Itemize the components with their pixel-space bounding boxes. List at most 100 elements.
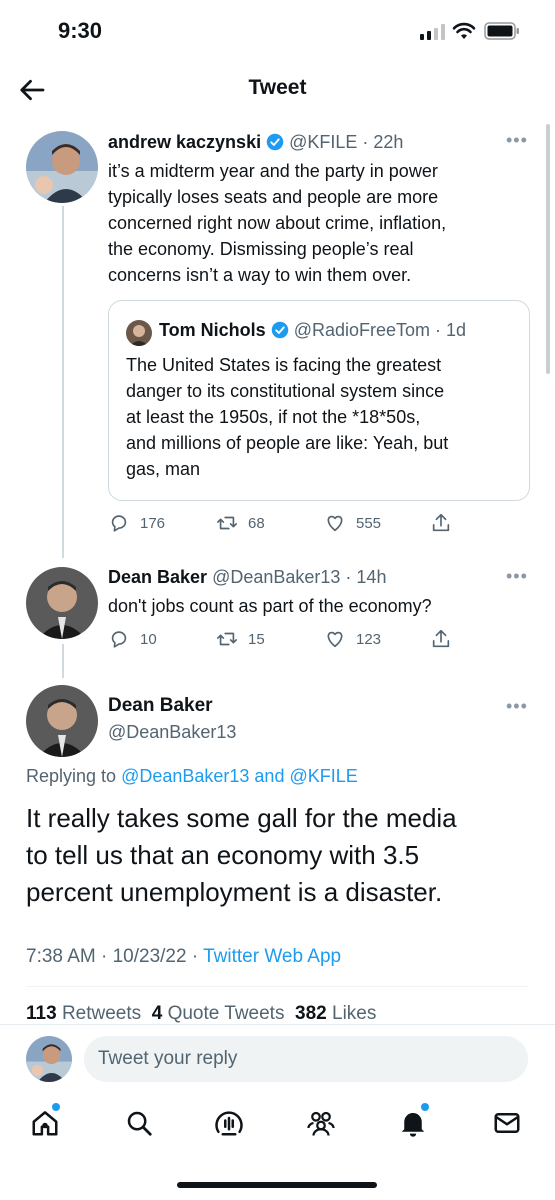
replying-prefix: Replying to	[26, 766, 117, 786]
share-icon	[432, 629, 450, 648]
like-count: 123	[356, 630, 382, 648]
quote-line: danger to its constitutional system sinc…	[126, 381, 445, 401]
tweet-text: don't jobs count as part of the economy?	[108, 596, 432, 616]
retweet-count: 68	[248, 514, 265, 532]
notifications-badge	[421, 1103, 429, 1111]
retweet-icon	[217, 632, 237, 646]
quotes-stat[interactable]: 4 Quote Tweets	[152, 1003, 285, 1024]
author-name[interactable]: Dean Baker	[108, 695, 213, 717]
more-icon[interactable]: •••	[506, 696, 528, 717]
share-button[interactable]	[430, 512, 452, 534]
like-button[interactable]: 555	[324, 512, 381, 534]
tweet-header: andrew kaczynski @KFILE · 22h	[108, 132, 403, 153]
main-tweet-text: It really takes some gall for the media …	[26, 800, 536, 911]
reply-input[interactable]: Tweet your reply	[84, 1036, 528, 1082]
tweet-line: concerns isn’t a way to win them over.	[108, 265, 412, 285]
tweet-text: it’s a midterm year and the party in pow…	[108, 158, 528, 288]
divider	[26, 986, 529, 987]
retweet-button[interactable]: 68	[216, 512, 265, 534]
battery-icon	[484, 22, 519, 40]
tweet-line: typically loses seats and people are mor…	[108, 187, 439, 207]
reply-button[interactable]: 176	[108, 512, 165, 534]
quote-avatar	[126, 320, 152, 346]
quote-author-name: Tom Nichols	[159, 320, 266, 340]
main-tweet-line: percent unemployment is a disaster.	[26, 877, 443, 907]
nav-spaces[interactable]	[214, 1108, 244, 1143]
quote-header: Tom Nichols @RadioFreeTom · 1d	[159, 320, 466, 341]
avatar[interactable]	[26, 685, 98, 757]
retweets-stat[interactable]: 113 Retweets	[26, 1003, 141, 1024]
quotes-count: 4	[151, 1003, 163, 1024]
thread-line	[62, 206, 64, 558]
avatar[interactable]	[26, 131, 98, 203]
quote-text: The United States is facing the greatest…	[126, 352, 521, 482]
nav-notifications[interactable]	[398, 1108, 428, 1143]
nav-search[interactable]	[124, 1108, 154, 1143]
nav-home[interactable]	[30, 1108, 60, 1143]
engagement-stats: 113 Retweets 4 Quote Tweets 382 Likes	[26, 1003, 376, 1025]
wifi-icon	[452, 22, 476, 39]
replying-users[interactable]: @DeanBaker13 and @KFILE	[121, 766, 358, 786]
reply-button[interactable]: 10	[108, 628, 157, 650]
replying-to: Replying to @DeanBaker13 and @KFILE	[26, 766, 358, 787]
author-name[interactable]: andrew kaczynski	[108, 132, 261, 152]
retweets-label: Retweets	[61, 1003, 142, 1024]
tweet-timestamp: 7:38 AM · 10/23/22 · Twitter Web App	[26, 946, 341, 968]
share-button[interactable]	[430, 628, 452, 650]
more-icon[interactable]: •••	[506, 566, 528, 587]
share-icon	[432, 513, 450, 532]
home-indicator	[177, 1182, 377, 1188]
home-badge	[52, 1103, 60, 1111]
author-meta: @KFILE · 22h	[289, 132, 404, 152]
nav-communities[interactable]	[306, 1108, 336, 1143]
like-icon	[327, 631, 343, 648]
verified-icon	[271, 321, 288, 339]
quote-tweet[interactable]: Tom Nichols @RadioFreeTom · 1d The Unite…	[108, 300, 530, 501]
more-icon[interactable]: •••	[506, 130, 528, 151]
retweet-button[interactable]: 15	[216, 628, 265, 650]
likes-label: Likes	[332, 1003, 377, 1024]
quote-line: The United States is facing the greatest	[126, 355, 442, 375]
reply-count: 10	[140, 630, 157, 648]
composer-divider	[0, 1024, 555, 1025]
likes-stat[interactable]: 382 Likes	[295, 1003, 376, 1024]
source-link[interactable]: Twitter Web App	[203, 946, 341, 967]
scrollbar[interactable]	[546, 124, 550, 374]
main-tweet-line: to tell us that an economy with 3.5	[26, 840, 420, 870]
search-icon	[127, 1111, 152, 1136]
like-button[interactable]: 123	[324, 628, 381, 650]
nav-messages[interactable]	[492, 1108, 522, 1143]
retweets-count: 113	[26, 1003, 57, 1024]
author-handle[interactable]: @DeanBaker13	[108, 722, 236, 743]
quote-line: and millions of people are like: Yeah, b…	[126, 433, 449, 453]
reply-icon	[111, 631, 127, 648]
verified-icon	[266, 133, 284, 151]
notifications-icon	[401, 1113, 425, 1137]
reply-icon	[111, 515, 127, 532]
tweet-line: it’s a midterm year and the party in pow…	[108, 161, 438, 181]
quote-line: at least the 1950s, if not the *18*50s,	[126, 407, 421, 427]
quote-author-meta: @RadioFreeTom · 1d	[293, 320, 467, 340]
quote-line: gas, man	[126, 459, 201, 479]
signal-icon	[420, 24, 445, 40]
thread-line	[62, 644, 64, 678]
author-meta: @DeanBaker13 · 14h	[212, 567, 387, 587]
home-icon	[32, 1111, 58, 1136]
page-title: Tweet	[248, 76, 307, 99]
avatar[interactable]	[26, 567, 98, 639]
author-name[interactable]: Dean Baker	[108, 567, 207, 587]
reply-count: 176	[140, 514, 166, 532]
my-avatar[interactable]	[26, 1036, 72, 1082]
status-bar: 9:30	[0, 0, 555, 60]
main-tweet-line: It really takes some gall for the media	[26, 803, 457, 833]
communities-icon	[307, 1111, 335, 1136]
spaces-icon	[215, 1111, 243, 1136]
status-time: 9:30	[58, 18, 103, 43]
tweet-line: the economy. Dismissing people’s real	[108, 239, 414, 259]
tweet-header: Dean Baker @DeanBaker13 · 14h	[108, 567, 386, 588]
retweet-count: 15	[248, 630, 265, 648]
messages-icon	[494, 1113, 520, 1133]
likes-count: 382	[295, 1003, 327, 1024]
quotes-label: Quote Tweets	[167, 1003, 285, 1024]
reply-placeholder: Tweet your reply	[98, 1048, 238, 1069]
